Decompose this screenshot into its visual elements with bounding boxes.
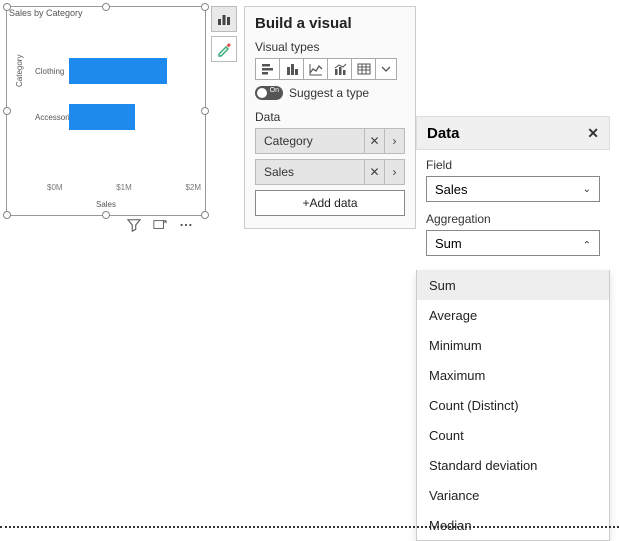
bar-label: Clothing bbox=[35, 67, 69, 76]
resize-handle-tm[interactable] bbox=[102, 3, 110, 11]
close-icon[interactable]: ✕ bbox=[587, 125, 599, 142]
x-tick: $0M bbox=[47, 183, 63, 195]
visual-toolbar bbox=[126, 217, 194, 233]
suggest-type-label: Suggest a type bbox=[289, 86, 369, 100]
data-section-label: Data bbox=[255, 110, 405, 124]
y-axis-label: Category bbox=[15, 55, 24, 87]
aggregation-label: Aggregation bbox=[426, 212, 600, 226]
resize-handle-tl[interactable] bbox=[3, 3, 11, 11]
aggregation-option-minimum[interactable]: Minimum bbox=[417, 330, 609, 360]
bar bbox=[69, 58, 167, 84]
visual-type-picker bbox=[255, 58, 405, 80]
field-options-icon[interactable]: › bbox=[384, 160, 404, 184]
aggregation-option-variance[interactable]: Variance bbox=[417, 480, 609, 510]
filter-icon[interactable] bbox=[126, 217, 142, 233]
field-pill-label: Category bbox=[256, 134, 364, 148]
x-tick: $2M bbox=[185, 183, 201, 195]
field-select[interactable]: Sales ⌄ bbox=[426, 176, 600, 202]
resize-handle-bm[interactable] bbox=[102, 211, 110, 219]
field-pill-sales[interactable]: Sales ✕ › bbox=[255, 159, 405, 185]
build-visual-panel: Build a visual Visual types On Suggest a… bbox=[244, 6, 416, 229]
line-chart-icon[interactable] bbox=[303, 58, 327, 80]
x-tick: $1M bbox=[116, 183, 132, 195]
build-visual-tab[interactable] bbox=[211, 6, 237, 32]
format-visual-tab[interactable] bbox=[211, 36, 237, 62]
field-options-icon[interactable]: › bbox=[384, 129, 404, 153]
field-select-value: Sales bbox=[435, 182, 468, 197]
aggregation-select-value: Sum bbox=[435, 236, 462, 251]
aggregation-option-median[interactable]: Median bbox=[417, 510, 609, 540]
stacked-bar-icon[interactable] bbox=[255, 58, 279, 80]
resize-handle-bl[interactable] bbox=[3, 211, 11, 219]
data-flyout-title: Data bbox=[427, 125, 460, 142]
data-flyout-header: Data ✕ bbox=[416, 116, 610, 150]
remove-field-icon[interactable]: ✕ bbox=[364, 160, 384, 184]
aggregation-option-count[interactable]: Count bbox=[417, 420, 609, 450]
chevron-up-icon: ⌄ bbox=[583, 238, 591, 249]
visual-types-label: Visual types bbox=[255, 40, 405, 54]
remove-field-icon[interactable]: ✕ bbox=[364, 129, 384, 153]
field-pill-category[interactable]: Category ✕ › bbox=[255, 128, 405, 154]
chart-visual[interactable]: Sales by Category Category Clothing Acce… bbox=[6, 6, 206, 216]
resize-handle-tr[interactable] bbox=[201, 3, 209, 11]
more-options-icon[interactable] bbox=[178, 217, 194, 233]
aggregation-option-average[interactable]: Average bbox=[417, 300, 609, 330]
chevron-down-icon: ⌄ bbox=[583, 184, 591, 195]
more-visual-types-button[interactable] bbox=[375, 58, 397, 80]
page-boundary bbox=[0, 526, 619, 528]
aggregation-dropdown: Sum Average Minimum Maximum Count (Disti… bbox=[416, 270, 610, 541]
focus-mode-icon[interactable] bbox=[152, 217, 168, 233]
bar bbox=[69, 104, 135, 130]
resize-handle-br[interactable] bbox=[201, 211, 209, 219]
aggregation-option-stddev[interactable]: Standard deviation bbox=[417, 450, 609, 480]
visual-pane-tabs bbox=[211, 6, 237, 66]
add-data-button[interactable]: +Add data bbox=[255, 190, 405, 216]
panel-title: Build a visual bbox=[255, 15, 405, 32]
aggregation-option-count-distinct[interactable]: Count (Distinct) bbox=[417, 390, 609, 420]
aggregation-option-sum[interactable]: Sum bbox=[417, 270, 609, 300]
x-axis-label: Sales bbox=[96, 200, 116, 209]
data-flyout-panel: Data ✕ Field Sales ⌄ Aggregation Sum ⌄ S… bbox=[416, 116, 610, 541]
field-pill-label: Sales bbox=[256, 165, 364, 179]
table-icon[interactable] bbox=[351, 58, 375, 80]
clustered-column-icon[interactable] bbox=[279, 58, 303, 80]
suggest-type-toggle[interactable]: On bbox=[255, 86, 283, 100]
bar-label: Accessories bbox=[35, 113, 69, 122]
combo-chart-icon[interactable] bbox=[327, 58, 351, 80]
resize-handle-ml[interactable] bbox=[3, 107, 11, 115]
field-label: Field bbox=[426, 158, 600, 172]
aggregation-select[interactable]: Sum ⌄ bbox=[426, 230, 600, 256]
aggregation-option-maximum[interactable]: Maximum bbox=[417, 360, 609, 390]
resize-handle-mr[interactable] bbox=[201, 107, 209, 115]
x-axis-ticks: $0M $1M $2M bbox=[47, 183, 201, 195]
